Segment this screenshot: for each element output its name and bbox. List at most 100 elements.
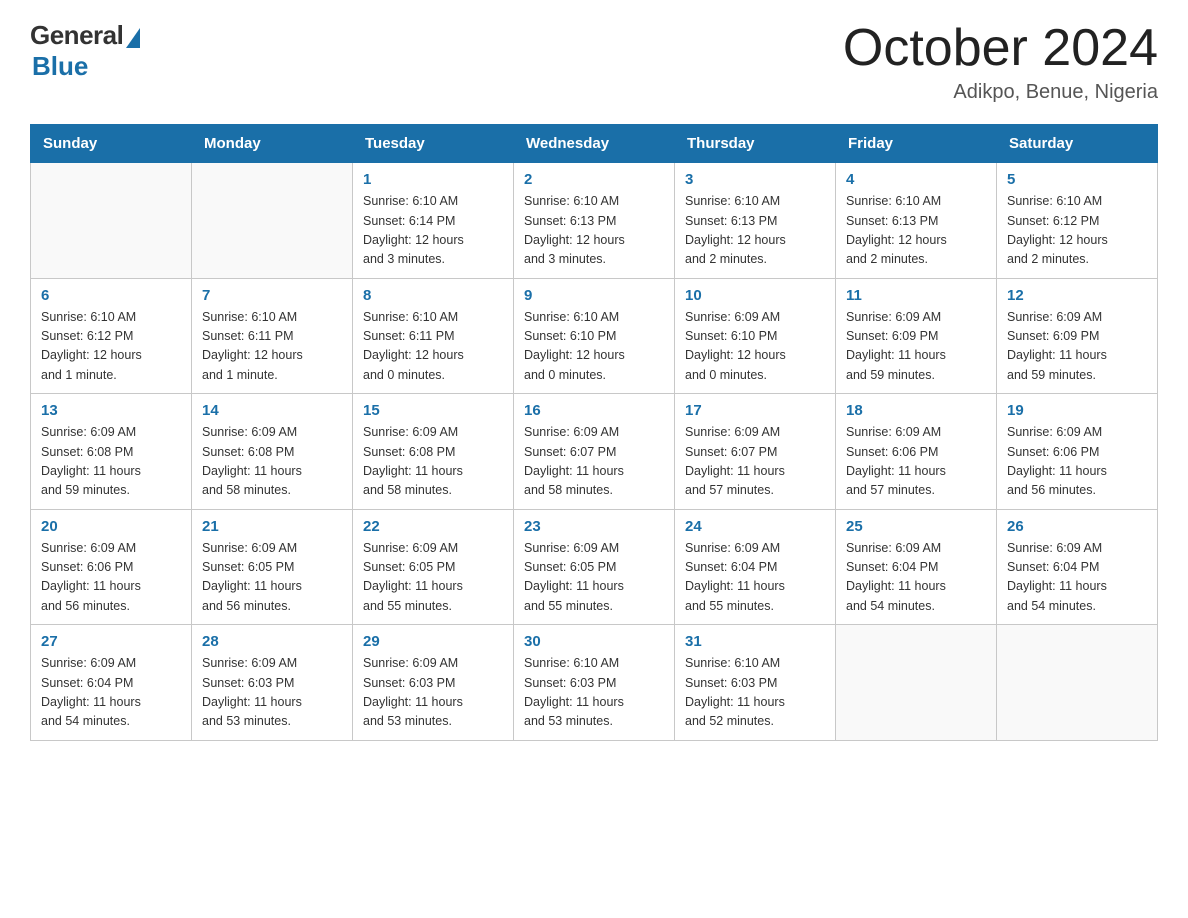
calendar-cell: 7Sunrise: 6:10 AMSunset: 6:11 PMDaylight… bbox=[192, 278, 353, 394]
calendar-cell: 11Sunrise: 6:09 AMSunset: 6:09 PMDayligh… bbox=[836, 278, 997, 394]
calendar-cell: 24 Sunrise: 6:09 AMSunset: 6:04 PMDayligh… bbox=[675, 509, 836, 625]
day-info: Sunrise: 6:09 AMSunset: 6:08 PMDaylight:… bbox=[41, 423, 181, 501]
calendar-cell: 17 Sunrise: 6:09 AMSunset: 6:07 PMDayligh… bbox=[675, 394, 836, 510]
day-info: Sunrise: 6:09 AMSunset: 6:04 PMDaylight:… bbox=[41, 654, 181, 732]
day-number: 19 bbox=[1007, 402, 1147, 419]
calendar-cell: 22Sunrise: 6:09 AMSunset: 6:05 PMDayligh… bbox=[353, 509, 514, 625]
day-info: Sunrise: 6:09 AMSunset: 6:06 PMDaylight:… bbox=[1007, 423, 1147, 501]
day-info: Sunrise: 6:09 AMSunset: 6:05 PMDaylight:… bbox=[524, 539, 664, 617]
day-info: Sunrise: 6:10 AMSunset: 6:10 PMDaylight:… bbox=[524, 308, 664, 386]
weekday-header-tuesday: Tuesday bbox=[353, 125, 514, 163]
calendar-table: SundayMondayTuesdayWednesdayThursdayFrid… bbox=[30, 124, 1158, 741]
day-number: 3 bbox=[685, 171, 825, 188]
day-number: 23 bbox=[524, 518, 664, 535]
day-number: 4 bbox=[846, 171, 986, 188]
day-number: 26 bbox=[1007, 518, 1147, 535]
calendar-cell: 2Sunrise: 6:10 AMSunset: 6:13 PMDaylight… bbox=[514, 163, 675, 279]
day-number: 24 bbox=[685, 518, 825, 535]
logo-top: General bbox=[30, 20, 140, 51]
calendar-cell: 6 Sunrise: 6:10 AMSunset: 6:12 PMDaylight… bbox=[31, 278, 192, 394]
weekday-header-saturday: Saturday bbox=[997, 125, 1158, 163]
logo-triangle-icon bbox=[126, 28, 140, 48]
day-info: Sunrise: 6:09 AMSunset: 6:06 PMDaylight:… bbox=[41, 539, 181, 617]
calendar-cell: 20 Sunrise: 6:09 AMSunset: 6:06 PMDayligh… bbox=[31, 509, 192, 625]
week-row-2: 6 Sunrise: 6:10 AMSunset: 6:12 PMDaylight… bbox=[31, 278, 1158, 394]
day-info: Sunrise: 6:10 AMSunset: 6:14 PMDaylight:… bbox=[363, 192, 503, 270]
day-number: 5 bbox=[1007, 171, 1147, 188]
day-number: 8 bbox=[363, 287, 503, 304]
week-row-4: 20 Sunrise: 6:09 AMSunset: 6:06 PMDayligh… bbox=[31, 509, 1158, 625]
day-info: Sunrise: 6:09 AMSunset: 6:09 PMDaylight:… bbox=[846, 308, 986, 386]
calendar-cell: 1 Sunrise: 6:10 AMSunset: 6:14 PMDaylight… bbox=[353, 163, 514, 279]
calendar-cell: 3 Sunrise: 6:10 AMSunset: 6:13 PMDaylight… bbox=[675, 163, 836, 279]
weekday-header-monday: Monday bbox=[192, 125, 353, 163]
day-info: Sunrise: 6:09 AMSunset: 6:06 PMDaylight:… bbox=[846, 423, 986, 501]
day-number: 10 bbox=[685, 287, 825, 304]
day-number: 27 bbox=[41, 633, 181, 650]
weekday-header-friday: Friday bbox=[836, 125, 997, 163]
calendar-cell: 4 Sunrise: 6:10 AMSunset: 6:13 PMDaylight… bbox=[836, 163, 997, 279]
logo-blue-text: Blue bbox=[32, 51, 88, 82]
logo: General Blue bbox=[30, 20, 140, 82]
day-info: Sunrise: 6:09 AMSunset: 6:04 PMDaylight:… bbox=[846, 539, 986, 617]
day-info: Sunrise: 6:09 AMSunset: 6:04 PMDaylight:… bbox=[685, 539, 825, 617]
calendar-cell: 9Sunrise: 6:10 AMSunset: 6:10 PMDaylight… bbox=[514, 278, 675, 394]
day-info: Sunrise: 6:09 AMSunset: 6:03 PMDaylight:… bbox=[202, 654, 342, 732]
day-info: Sunrise: 6:10 AMSunset: 6:12 PMDaylight:… bbox=[41, 308, 181, 386]
calendar-cell bbox=[997, 625, 1158, 741]
calendar-cell: 28Sunrise: 6:09 AMSunset: 6:03 PMDayligh… bbox=[192, 625, 353, 741]
day-info: Sunrise: 6:10 AMSunset: 6:13 PMDaylight:… bbox=[685, 192, 825, 270]
day-number: 18 bbox=[846, 402, 986, 419]
calendar-cell bbox=[836, 625, 997, 741]
week-row-5: 27 Sunrise: 6:09 AMSunset: 6:04 PMDayligh… bbox=[31, 625, 1158, 741]
day-info: Sunrise: 6:10 AMSunset: 6:11 PMDaylight:… bbox=[363, 308, 503, 386]
calendar-cell: 27 Sunrise: 6:09 AMSunset: 6:04 PMDayligh… bbox=[31, 625, 192, 741]
day-info: Sunrise: 6:10 AMSunset: 6:03 PMDaylight:… bbox=[524, 654, 664, 732]
calendar-cell: 10 Sunrise: 6:09 AMSunset: 6:10 PMDayligh… bbox=[675, 278, 836, 394]
calendar-cell: 8 Sunrise: 6:10 AMSunset: 6:11 PMDaylight… bbox=[353, 278, 514, 394]
calendar-cell: 14 Sunrise: 6:09 AMSunset: 6:08 PMDayligh… bbox=[192, 394, 353, 510]
day-number: 1 bbox=[363, 171, 503, 188]
calendar-cell: 5 Sunrise: 6:10 AMSunset: 6:12 PMDaylight… bbox=[997, 163, 1158, 279]
day-info: Sunrise: 6:09 AMSunset: 6:07 PMDaylight:… bbox=[685, 423, 825, 501]
day-number: 15 bbox=[363, 402, 503, 419]
day-number: 25 bbox=[846, 518, 986, 535]
day-info: Sunrise: 6:09 AMSunset: 6:08 PMDaylight:… bbox=[202, 423, 342, 501]
calendar-cell bbox=[31, 163, 192, 279]
calendar-cell: 31 Sunrise: 6:10 AMSunset: 6:03 PMDayligh… bbox=[675, 625, 836, 741]
day-number: 17 bbox=[685, 402, 825, 419]
calendar-cell: 30 Sunrise: 6:10 AMSunset: 6:03 PMDayligh… bbox=[514, 625, 675, 741]
calendar-cell: 29Sunrise: 6:09 AMSunset: 6:03 PMDayligh… bbox=[353, 625, 514, 741]
weekday-header-thursday: Thursday bbox=[675, 125, 836, 163]
day-number: 31 bbox=[685, 633, 825, 650]
calendar-cell: 15 Sunrise: 6:09 AMSunset: 6:08 PMDayligh… bbox=[353, 394, 514, 510]
day-number: 20 bbox=[41, 518, 181, 535]
calendar-cell: 21 Sunrise: 6:09 AMSunset: 6:05 PMDayligh… bbox=[192, 509, 353, 625]
day-info: Sunrise: 6:09 AMSunset: 6:07 PMDaylight:… bbox=[524, 423, 664, 501]
calendar-cell: 18 Sunrise: 6:09 AMSunset: 6:06 PMDayligh… bbox=[836, 394, 997, 510]
day-info: Sunrise: 6:10 AMSunset: 6:12 PMDaylight:… bbox=[1007, 192, 1147, 270]
day-info: Sunrise: 6:09 AMSunset: 6:03 PMDaylight:… bbox=[363, 654, 503, 732]
weekday-header-sunday: Sunday bbox=[31, 125, 192, 163]
calendar-cell: 16Sunrise: 6:09 AMSunset: 6:07 PMDayligh… bbox=[514, 394, 675, 510]
day-info: Sunrise: 6:09 AMSunset: 6:05 PMDaylight:… bbox=[202, 539, 342, 617]
day-number: 30 bbox=[524, 633, 664, 650]
day-info: Sunrise: 6:09 AMSunset: 6:04 PMDaylight:… bbox=[1007, 539, 1147, 617]
day-number: 21 bbox=[202, 518, 342, 535]
calendar-cell: 26 Sunrise: 6:09 AMSunset: 6:04 PMDayligh… bbox=[997, 509, 1158, 625]
day-number: 22 bbox=[363, 518, 503, 535]
calendar-cell: 13Sunrise: 6:09 AMSunset: 6:08 PMDayligh… bbox=[31, 394, 192, 510]
day-number: 14 bbox=[202, 402, 342, 419]
day-number: 2 bbox=[524, 171, 664, 188]
day-info: Sunrise: 6:09 AMSunset: 6:10 PMDaylight:… bbox=[685, 308, 825, 386]
calendar-subtitle: Adikpo, Benue, Nigeria bbox=[843, 81, 1158, 104]
day-number: 12 bbox=[1007, 287, 1147, 304]
week-row-3: 13Sunrise: 6:09 AMSunset: 6:08 PMDayligh… bbox=[31, 394, 1158, 510]
day-info: Sunrise: 6:10 AMSunset: 6:03 PMDaylight:… bbox=[685, 654, 825, 732]
day-info: Sunrise: 6:10 AMSunset: 6:11 PMDaylight:… bbox=[202, 308, 342, 386]
logo-general-text: General bbox=[30, 20, 123, 51]
day-info: Sunrise: 6:10 AMSunset: 6:13 PMDaylight:… bbox=[846, 192, 986, 270]
day-info: Sunrise: 6:09 AMSunset: 6:08 PMDaylight:… bbox=[363, 423, 503, 501]
day-info: Sunrise: 6:09 AMSunset: 6:09 PMDaylight:… bbox=[1007, 308, 1147, 386]
day-number: 6 bbox=[41, 287, 181, 304]
